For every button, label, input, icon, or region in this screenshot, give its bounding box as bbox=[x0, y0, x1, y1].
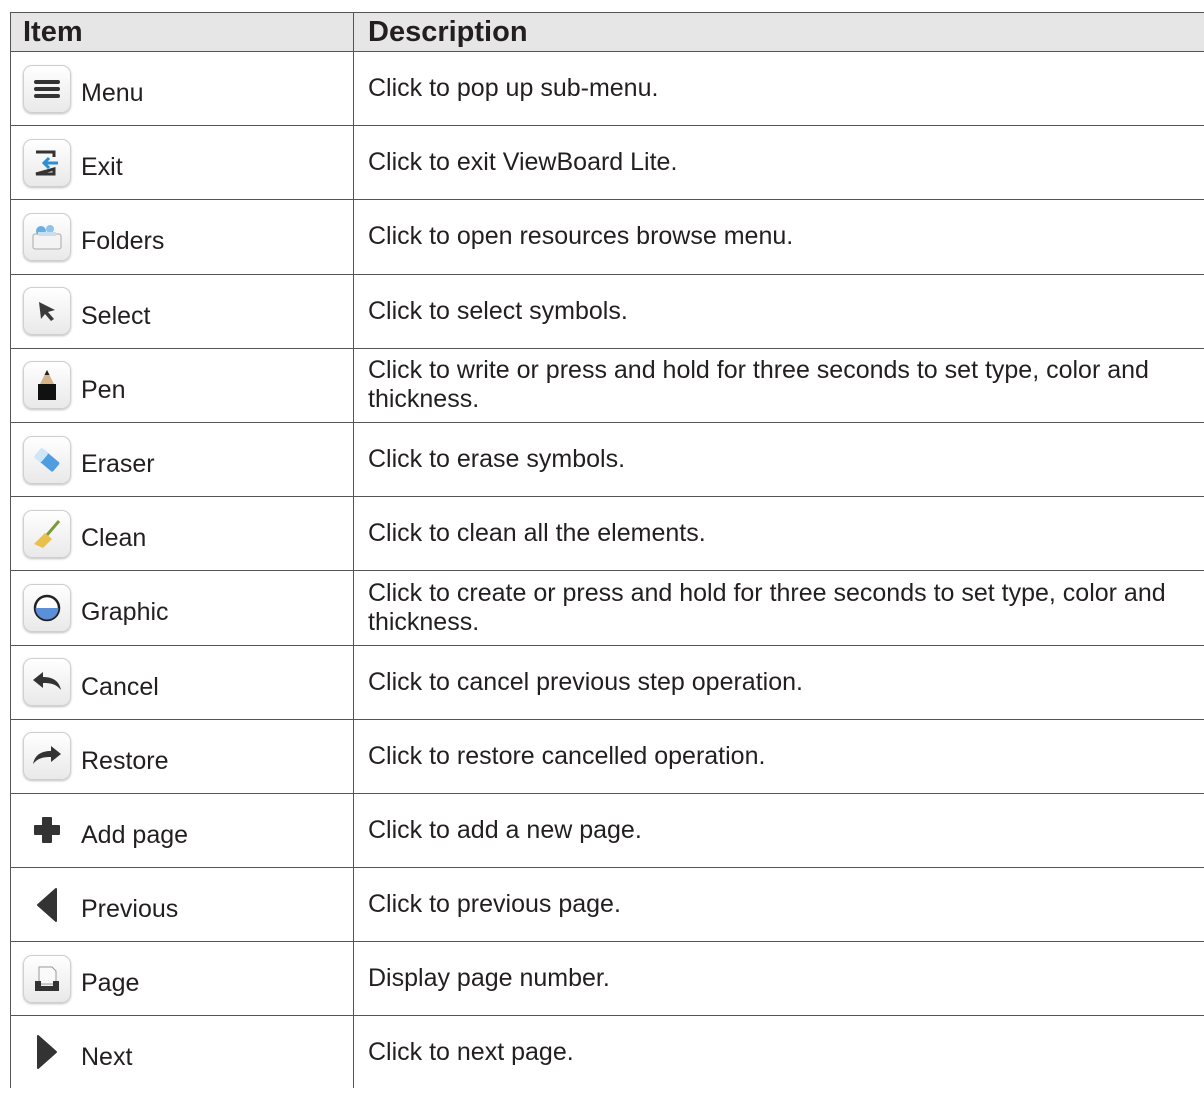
description-cell: Click to clean all the elements. bbox=[368, 519, 706, 548]
table-row: Page Display page number. bbox=[11, 942, 1204, 1017]
item-cell: Previous bbox=[11, 868, 354, 942]
item-cell: Next bbox=[11, 1016, 354, 1089]
table-row: Eraser Click to erase symbols. bbox=[11, 422, 1204, 498]
description-cell: Click to erase symbols. bbox=[368, 445, 626, 474]
clean-broom-icon bbox=[23, 509, 71, 558]
table-row: Exit Click to exit ViewBoard Lite. bbox=[11, 126, 1204, 201]
restore-redo-icon bbox=[23, 732, 71, 781]
item-cell: Restore bbox=[11, 719, 354, 793]
item-label: Exit bbox=[81, 153, 123, 182]
table-row: Menu Click to pop up sub-menu. bbox=[11, 52, 1204, 127]
item-label: Page bbox=[81, 969, 140, 998]
item-label: Add page bbox=[81, 820, 189, 849]
description-cell: Click to pop up sub-menu. bbox=[368, 74, 659, 103]
item-cell: Pen bbox=[11, 348, 354, 422]
item-label: Graphic bbox=[81, 598, 169, 627]
select-arrow-icon bbox=[23, 287, 71, 336]
item-label: Restore bbox=[81, 746, 169, 775]
item-label: Folders bbox=[81, 227, 165, 256]
table-row: Folders Click to open resources browse m… bbox=[11, 200, 1204, 275]
item-label: Clean bbox=[81, 524, 147, 553]
description-cell: Click to exit ViewBoard Lite. bbox=[368, 148, 678, 177]
description-cell: Click to add a new page. bbox=[368, 815, 642, 844]
table-row: Cancel Click to cancel previous step ope… bbox=[11, 645, 1204, 720]
eraser-icon bbox=[23, 435, 71, 484]
description-cell: Click to cancel previous step operation. bbox=[368, 667, 803, 696]
item-cell: Add page bbox=[11, 793, 354, 868]
description-cell: Click to create or press and hold for th… bbox=[368, 578, 1166, 636]
table-row: Add page Click to add a new page. bbox=[11, 793, 1204, 869]
item-cell: Clean bbox=[11, 497, 354, 571]
description-cell: Click to restore cancelled operation. bbox=[368, 741, 766, 770]
table-header-row: Item Description bbox=[11, 13, 1204, 52]
previous-triangle-icon bbox=[23, 881, 71, 929]
description-cell: Display page number. bbox=[368, 964, 610, 993]
menu-icon bbox=[23, 64, 71, 113]
description-cell: Click to next page. bbox=[368, 1037, 574, 1066]
description-cell: Click to select symbols. bbox=[368, 296, 628, 325]
item-label: Next bbox=[81, 1042, 133, 1071]
item-label: Previous bbox=[81, 895, 179, 924]
table-row: Restore Click to restore cancelled opera… bbox=[11, 719, 1204, 794]
item-cell: Eraser bbox=[11, 422, 354, 497]
item-label: Eraser bbox=[81, 450, 155, 479]
page-tray-icon bbox=[23, 954, 71, 1003]
item-cell: Folders bbox=[11, 200, 354, 274]
item-cell: Exit bbox=[11, 126, 354, 200]
header-item: Item bbox=[11, 13, 354, 51]
table-row: Pen Click to write or press and hold for… bbox=[11, 348, 1204, 423]
table-row: Next Click to next page. bbox=[11, 1016, 1204, 1089]
item-label: Pen bbox=[81, 375, 126, 404]
item-label: Cancel bbox=[81, 672, 159, 701]
exit-icon bbox=[23, 138, 71, 187]
add-page-plus-icon bbox=[23, 806, 71, 854]
graphic-circle-icon bbox=[23, 583, 71, 632]
description-cell: Click to write or press and hold for thr… bbox=[368, 356, 1149, 414]
table-row: Select Click to select symbols. bbox=[11, 274, 1204, 349]
next-triangle-icon bbox=[23, 1028, 71, 1076]
item-cell: Page bbox=[11, 942, 354, 1016]
item-cell: Select bbox=[11, 274, 354, 348]
item-cell: Graphic bbox=[11, 571, 354, 645]
description-cell: Click to previous page. bbox=[368, 890, 621, 919]
table-row: Clean Click to clean all the elements. bbox=[11, 497, 1204, 572]
toolbar-items-table: Item Description Menu Click to pop up su… bbox=[10, 12, 1204, 1089]
pen-pencil-icon bbox=[23, 361, 71, 410]
header-description: Description bbox=[368, 15, 528, 48]
item-label: Menu bbox=[81, 79, 144, 108]
item-label: Select bbox=[81, 301, 151, 330]
table-row: Previous Click to previous page. bbox=[11, 868, 1204, 943]
description-cell: Click to open resources browse menu. bbox=[368, 222, 794, 251]
item-cell: Menu bbox=[11, 52, 354, 126]
item-cell: Cancel bbox=[11, 645, 354, 719]
folders-icon bbox=[23, 212, 71, 261]
cancel-undo-icon bbox=[23, 658, 71, 707]
table-row: Graphic Click to create or press and hol… bbox=[11, 571, 1204, 646]
